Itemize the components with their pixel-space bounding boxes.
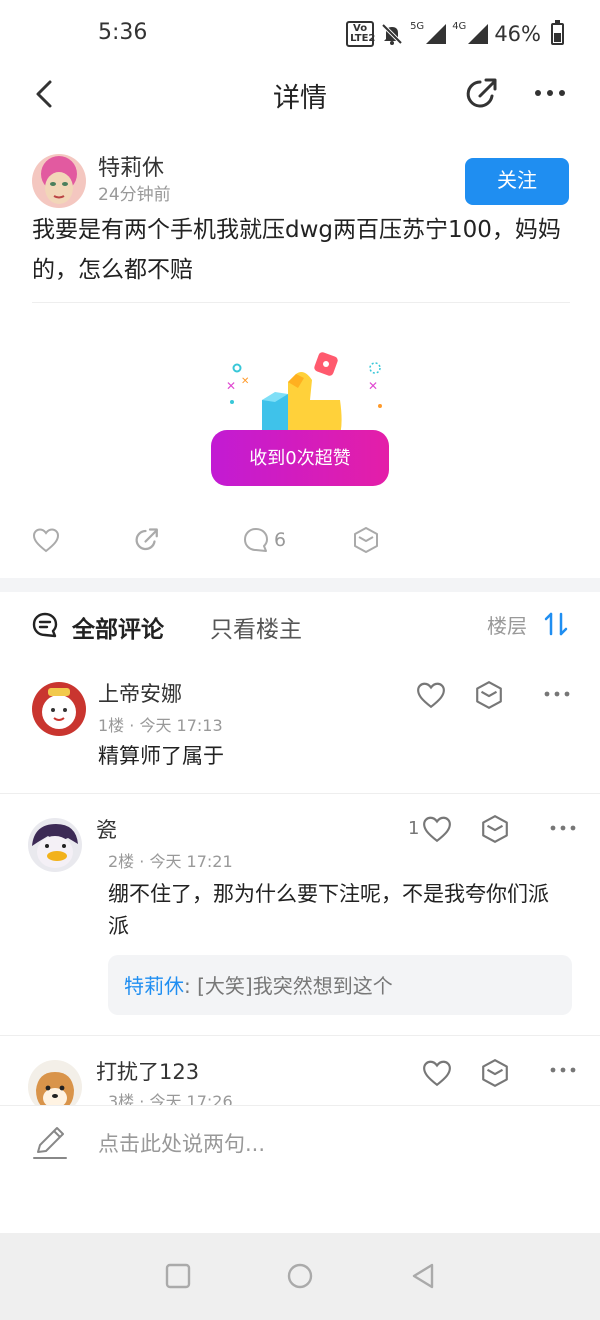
comment-like-count: 1 bbox=[408, 818, 420, 839]
volte-icon: Vo LTE2 bbox=[346, 21, 375, 47]
comment-meta: 2楼 · 今天 17:21 bbox=[108, 852, 233, 871]
thumbs-up-icon: ✕ ✕ ✕ bbox=[226, 352, 382, 440]
sort-label[interactable]: 楼层 bbox=[487, 610, 527, 639]
comment-button[interactable]: 6 bbox=[242, 524, 286, 556]
cube-icon bbox=[354, 527, 378, 553]
more-icon[interactable] bbox=[548, 818, 578, 838]
battery-icon bbox=[551, 20, 564, 45]
divider bbox=[0, 793, 600, 794]
comments-header: 全部评论 只看楼主 楼层 bbox=[0, 600, 600, 652]
comment-input[interactable]: 点击此处说两句... bbox=[98, 1128, 265, 1158]
svg-text:✕: ✕ bbox=[241, 376, 249, 387]
comment-count: 6 bbox=[274, 529, 287, 551]
network-type-5g: 5G bbox=[410, 20, 425, 32]
reply-text: [大笑]我突然想到这个 bbox=[197, 974, 393, 998]
post-content: 我要是有两个手机我就压dwg两百压苏宁100，妈妈的，怎么都不赔 bbox=[32, 217, 561, 283]
post-actions: 6 bbox=[0, 520, 600, 560]
more-icon[interactable] bbox=[542, 684, 572, 704]
avatar[interactable] bbox=[32, 682, 86, 736]
signal-icon bbox=[468, 24, 489, 44]
back-icon[interactable] bbox=[408, 1261, 438, 1291]
top-bar: 详情 bbox=[0, 68, 600, 118]
page-title: 详情 bbox=[273, 83, 327, 114]
share-icon[interactable] bbox=[462, 74, 502, 114]
follow-button[interactable]: 关注 bbox=[465, 158, 569, 205]
status-time: 5:36 bbox=[98, 20, 148, 45]
comment-author[interactable]: 瓷 bbox=[96, 814, 117, 844]
comment-meta: 3楼 · 今天 17:26 bbox=[108, 1092, 233, 1105]
comment-author[interactable]: 打扰了123 bbox=[96, 1056, 199, 1086]
svg-text:✕: ✕ bbox=[226, 379, 236, 393]
post-author-row: 特莉休 24分钟前 关注 bbox=[32, 150, 572, 212]
comment-text: 精算师了属于 bbox=[98, 744, 224, 768]
divider bbox=[32, 302, 570, 303]
reply-separator: : bbox=[184, 974, 198, 998]
comment-meta: 1楼 · 今天 17:13 bbox=[98, 716, 223, 735]
battery-percent: 46% bbox=[494, 22, 541, 46]
heart-icon bbox=[32, 528, 60, 553]
comment-like-button[interactable] bbox=[422, 814, 456, 844]
post-time: 24分钟前 bbox=[98, 185, 171, 205]
comment-like-button[interactable] bbox=[422, 1058, 456, 1088]
like-button[interactable] bbox=[32, 524, 60, 556]
status-indicators: Vo LTE2 5G 4G 46% bbox=[346, 18, 564, 50]
tab-all-comments[interactable]: 全部评论 bbox=[72, 610, 164, 644]
avatar-image bbox=[28, 818, 82, 872]
author-name[interactable]: 特莉休 bbox=[98, 150, 164, 182]
cube-icon[interactable] bbox=[474, 680, 504, 710]
share-icon bbox=[135, 528, 158, 551]
pencil-icon bbox=[33, 1127, 67, 1159]
avatar-image bbox=[32, 154, 86, 208]
heart-icon bbox=[423, 1060, 451, 1087]
cube-icon[interactable] bbox=[480, 814, 510, 844]
comment-text: 绷不住了，那为什么要下注呢，不是我夸你们派派 bbox=[108, 882, 549, 938]
comment-item: 上帝安娜 1楼 · 今天 17:13 精算师了属于 bbox=[0, 670, 600, 794]
reply-author[interactable]: 特莉休 bbox=[124, 974, 184, 998]
avatar[interactable] bbox=[28, 1060, 82, 1105]
more-icon[interactable] bbox=[532, 78, 568, 108]
comment-input-bar[interactable]: 点击此处说两句... bbox=[0, 1105, 600, 1233]
avatar-image bbox=[28, 1060, 82, 1105]
gift-button[interactable] bbox=[352, 524, 380, 556]
reply-preview[interactable]: 特莉休: [大笑]我突然想到这个 bbox=[108, 955, 572, 1015]
network-type-4g: 4G bbox=[452, 20, 467, 32]
avatar-image bbox=[32, 682, 86, 736]
divider bbox=[0, 1035, 600, 1036]
heart-icon bbox=[423, 816, 451, 843]
comment-list-icon bbox=[32, 612, 58, 638]
system-nav-bar bbox=[0, 1233, 600, 1320]
comment-like-button[interactable] bbox=[416, 680, 450, 710]
recents-icon[interactable] bbox=[163, 1261, 193, 1291]
comment-icon bbox=[244, 528, 268, 552]
mute-bell-icon bbox=[381, 23, 403, 45]
cube-icon[interactable] bbox=[480, 1058, 510, 1088]
share-post-button[interactable] bbox=[132, 524, 162, 556]
status-bar: 5:36 Vo LTE2 5G 4G 46% bbox=[0, 0, 600, 68]
author-avatar[interactable] bbox=[32, 154, 86, 208]
superlike-area: ✕ ✕ ✕ 收到0次超赞 bbox=[200, 340, 400, 500]
comment-author[interactable]: 上帝安娜 bbox=[98, 678, 182, 708]
tab-owner-only[interactable]: 只看楼主 bbox=[210, 610, 302, 644]
svg-text:✕: ✕ bbox=[368, 379, 378, 393]
home-icon[interactable] bbox=[285, 1261, 315, 1291]
comment-item: 打扰了123 3楼 · 今天 17:26 bbox=[0, 1048, 600, 1105]
avatar[interactable] bbox=[28, 818, 82, 872]
more-icon[interactable] bbox=[548, 1060, 578, 1080]
section-separator bbox=[0, 578, 600, 592]
superlike-button[interactable]: 收到0次超赞 bbox=[211, 430, 389, 486]
sort-icon[interactable] bbox=[543, 610, 569, 638]
heart-icon bbox=[417, 682, 445, 709]
signal-icon bbox=[426, 24, 447, 44]
